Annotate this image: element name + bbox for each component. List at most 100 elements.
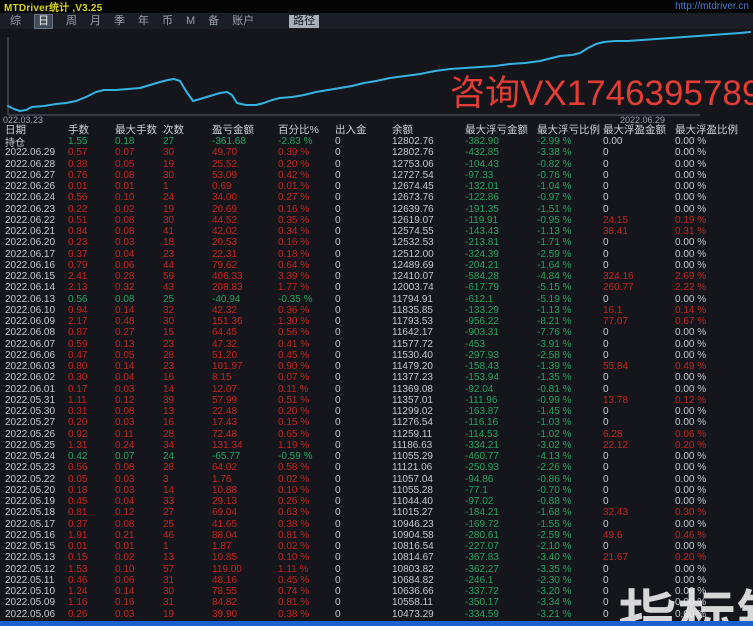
row-cell: 0.23 (68, 237, 115, 248)
table-row[interactable]: 2022.06.200.230.031820.530.16 %012532.53… (0, 237, 753, 248)
row-cell: -163.87 (465, 406, 537, 417)
table-row[interactable]: 2022.06.020.300.04168.150.07 %011377.23-… (0, 372, 753, 383)
menu-item-周[interactable]: 周 (66, 15, 77, 28)
table-row[interactable]: 2022.05.190.450.043329.130.26 %011044.40… (0, 496, 753, 507)
row-cell: 0 (335, 147, 392, 158)
table-row[interactable]: 2022.05.311.110.123957.990.51 %011357.01… (0, 395, 753, 406)
menu-bar: 综日周月季年币M备账户 路径 (0, 13, 753, 29)
table-body: 持仓1.550.1827-361.68-2.83 %012802.76-382.… (0, 136, 753, 620)
table-row[interactable]: 2022.06.280.380.051925.520.20 %012753.06… (0, 159, 753, 170)
row-cell: 0.81 (68, 507, 115, 518)
row-cell: -2.99 % (537, 136, 603, 147)
table-row[interactable]: 2022.06.142.130.3243208.831.77 %012003.7… (0, 282, 753, 293)
row-date: 2022.06.27 (5, 170, 68, 181)
row-date: 2022.06.03 (5, 361, 68, 372)
row-cell: 12802.76 (392, 147, 465, 158)
row-cell: 11835.85 (392, 305, 465, 316)
table-row[interactable]: 2022.05.270.200.031617.430.15 %011276.54… (0, 417, 753, 428)
path-button[interactable]: 路径 (289, 15, 319, 28)
row-cell: 0.48 (115, 316, 163, 327)
row-date: 2022.05.30 (5, 406, 68, 417)
table-row[interactable]: 2022.06.070.590.132347.320.41 %011577.72… (0, 339, 753, 350)
row-cell: 27 (163, 136, 212, 147)
table-row[interactable]: 2022.06.130.560.0825-40.94-0.35 %011794.… (0, 294, 753, 305)
row-cell: -2.30 % (537, 575, 603, 586)
menu-item-月[interactable]: 月 (90, 15, 101, 28)
table-row[interactable]: 2022.05.240.420.0724-65.77-0.59 %011055.… (0, 451, 753, 462)
row-date: 2022.06.20 (5, 237, 68, 248)
table-row[interactable]: 2022.06.230.220.021920.690.16 %012639.76… (0, 204, 753, 215)
row-cell: 11377.23 (392, 372, 465, 383)
row-cell: -122.86 (465, 192, 537, 203)
table-row[interactable]: 2022.05.220.050.0331.760.02 %011057.04-9… (0, 474, 753, 485)
table-row[interactable]: 2022.06.260.010.0110.690.01 %012674.45-1… (0, 181, 753, 192)
row-cell: 3.39 % (278, 271, 335, 282)
row-date: 2022.06.07 (5, 339, 68, 350)
table-row[interactable]: 2022.05.200.180.031410.880.10 %011055.28… (0, 485, 753, 496)
menu-item-备[interactable]: 备 (208, 15, 219, 28)
column-header: 余额 (392, 122, 465, 137)
table-row[interactable]: 2022.06.060.470.052851.200.45 %011530.40… (0, 350, 753, 361)
row-cell: -97.02 (465, 496, 537, 507)
table-row[interactable]: 2022.05.260.920.112872.480.65 %011259.11… (0, 429, 753, 440)
table-row[interactable]: 2022.06.170.370.042322.310.18 %012512.00… (0, 249, 753, 260)
row-cell: 0 (335, 226, 392, 237)
menu-item-综[interactable]: 综 (10, 15, 21, 28)
row-cell: 0.20 % (278, 406, 335, 417)
app-url-link[interactable]: http://mtdriver.cn (675, 1, 749, 12)
menu-item-日[interactable]: 日 (34, 14, 53, 29)
menu-item-年[interactable]: 年 (138, 15, 149, 28)
row-cell: 0.08 (115, 406, 163, 417)
row-cell: 10636.66 (392, 586, 465, 597)
table-row[interactable]: 2022.06.270.760.083053.090.42 %012727.54… (0, 170, 753, 181)
row-cell: 0.20 (68, 417, 115, 428)
row-cell: -367.83 (465, 552, 537, 563)
table-row[interactable]: 2022.06.010.170.031412.070.11 %011369.08… (0, 384, 753, 395)
table-row[interactable]: 2022.05.170.370.082541.650.38 %010946.23… (0, 519, 753, 530)
row-cell: 0.74 % (278, 586, 335, 597)
row-cell: 1.11 (68, 395, 115, 406)
table-row[interactable]: 2022.06.240.560.102434.000.27 %012673.76… (0, 192, 753, 203)
row-cell: 16 (163, 417, 212, 428)
table-row[interactable]: 2022.06.092.170.4830151.361.30 %011793.5… (0, 316, 753, 327)
table-row[interactable]: 2022.06.210.840.084142.020.34 %012574.55… (0, 226, 753, 237)
table-row[interactable]: 2022.05.161.910.214688.040.81 %010904.58… (0, 530, 753, 541)
row-cell: 0.03 (115, 417, 163, 428)
table-row[interactable]: 2022.05.150.010.0111.870.02 %010816.54-2… (0, 541, 753, 552)
row-cell: 1.53 (68, 564, 115, 575)
table-row[interactable]: 2022.06.152.410.2859406.333.39 %012410.0… (0, 271, 753, 282)
table-row[interactable]: 2022.06.290.570.073049.700.39 %012802.76… (0, 147, 753, 158)
row-date: 2022.06.10 (5, 305, 68, 316)
menu-item-币[interactable]: 币 (162, 15, 173, 28)
table-row[interactable]: 2022.06.160.790.064479.620.64 %012489.69… (0, 260, 753, 271)
table-row[interactable]: 2022.06.080.870.271564.450.56 %011642.17… (0, 327, 753, 338)
menu-item-账户[interactable]: 账户 (232, 15, 254, 28)
row-cell: 14 (163, 485, 212, 496)
row-cell: 0.01 % (278, 181, 335, 192)
table-row[interactable]: 2022.06.030.800.1423101.970.90 %011479.2… (0, 361, 753, 372)
row-cell: 0.45 (68, 496, 115, 507)
menu-item-季[interactable]: 季 (114, 15, 125, 28)
table-row[interactable]: 2022.05.251.310.2434131.341.19 %011186.6… (0, 440, 753, 451)
table-row[interactable]: 2022.05.180.810.122769.040.63 %011015.27… (0, 507, 753, 518)
row-cell: 0.00 % (675, 339, 753, 350)
table-row[interactable]: 2022.06.100.940.143242.320.36 %011835.85… (0, 305, 753, 316)
row-cell: 57.99 (212, 395, 278, 406)
table-row[interactable]: 2022.05.300.310.081322.480.20 %011299.02… (0, 406, 753, 417)
row-cell: 12003.74 (392, 282, 465, 293)
table-row[interactable]: 持仓1.550.1827-361.68-2.83 %012802.76-382.… (0, 136, 753, 147)
table-row[interactable]: 2022.05.130.150.021310.850.10 %010814.67… (0, 552, 753, 563)
equity-chart: 022.03.23 2022.06.29 咨询VX1746395789 (0, 29, 753, 122)
row-cell: 0.10 % (278, 485, 335, 496)
table-row[interactable]: 2022.05.230.560.082864.020.58 %011121.06… (0, 462, 753, 473)
row-cell: -0.95 % (537, 215, 603, 226)
row-cell: 0 (335, 136, 392, 147)
row-cell: 0.00 % (675, 159, 753, 170)
table-row[interactable]: 2022.06.220.510.083044.520.35 %012619.07… (0, 215, 753, 226)
row-cell: 10814.67 (392, 552, 465, 563)
statistics-table: 日期手数最大手数次数盈亏金额百分比%出入金余额最大浮亏金额最大浮亏比例最大浮盈金… (0, 122, 753, 620)
row-cell: 10.85 (212, 552, 278, 563)
menu-item-M[interactable]: M (186, 15, 195, 28)
row-cell: 30 (163, 586, 212, 597)
row-cell: 0.00 % (675, 327, 753, 338)
